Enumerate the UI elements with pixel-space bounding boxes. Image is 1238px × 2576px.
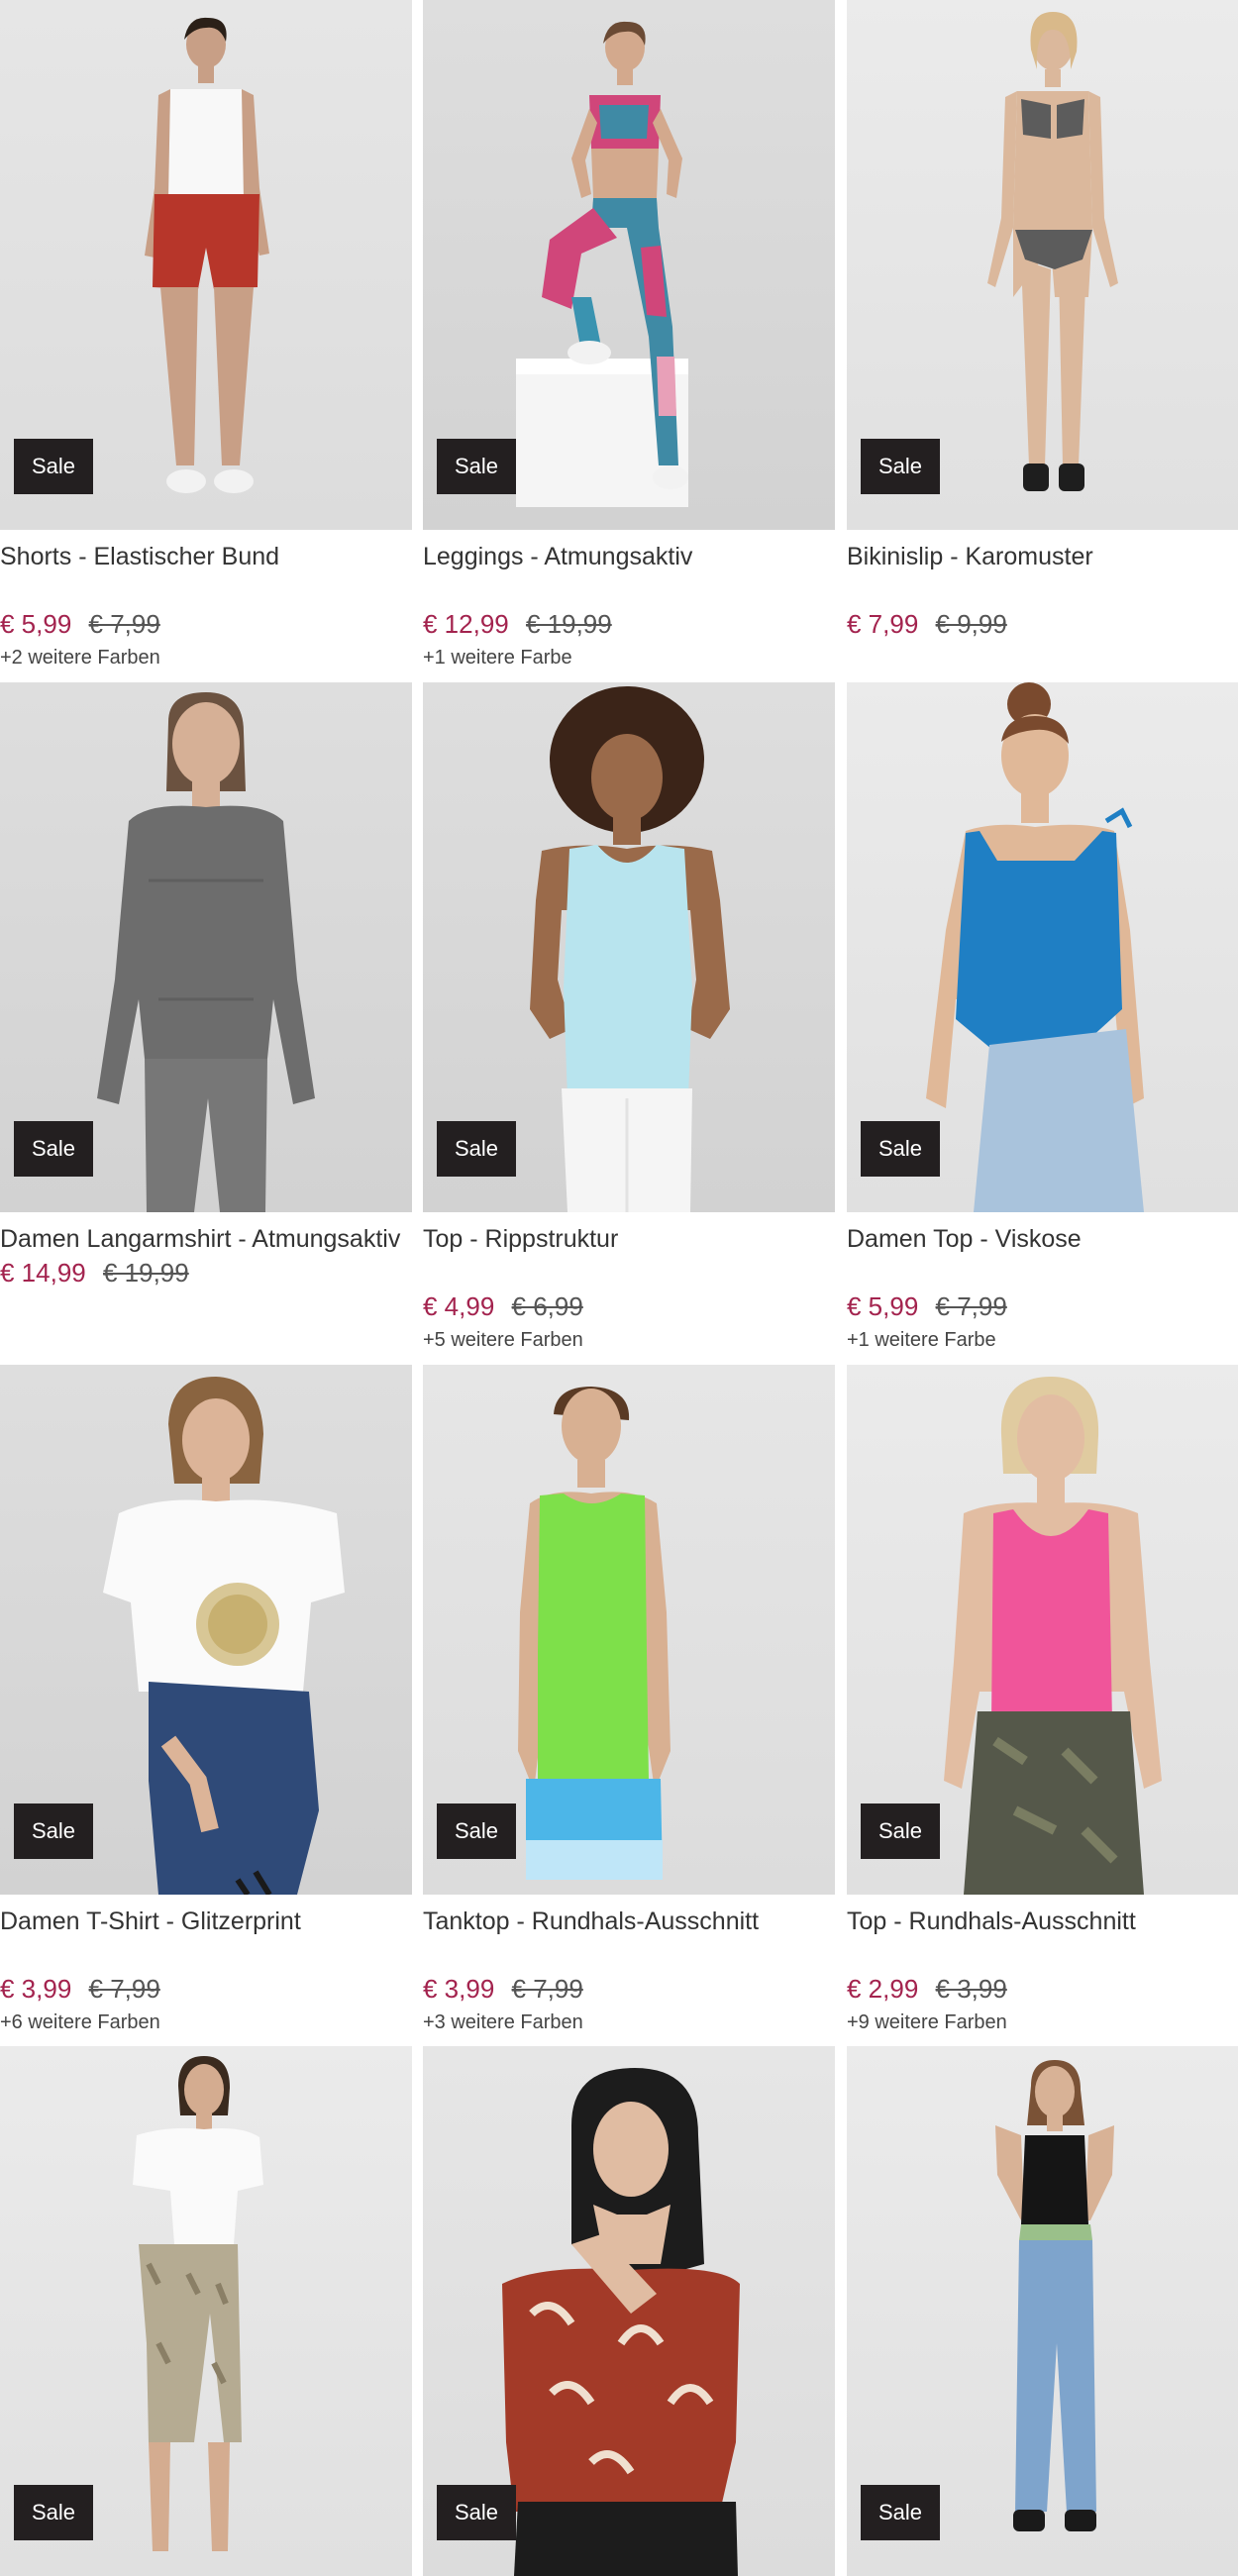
sale-badge[interactable]: Sale [14, 1121, 93, 1177]
price-row: € 5,99 € 7,99 [0, 607, 412, 641]
more-colors-link[interactable] [0, 1293, 412, 1319]
product-image[interactable]: Sale [847, 1365, 1238, 1895]
product-card[interactable]: Sale Top - Rundhals-Ausschnitt € 2,99 € … [847, 1365, 1238, 2035]
product-image[interactable]: Sale [423, 682, 835, 1212]
product-title[interactable]: Damen T-Shirt - Glitzerprint [0, 1905, 412, 1972]
product-card[interactable]: Sale Damen T-Shirt - Glitzerprint € 3,99… [0, 1365, 412, 2035]
product-grid: Sale Shorts - Elastischer Bund € 5,99 € … [0, 0, 1238, 2576]
product-card[interactable]: Sale Damen Top - Viskose € 5,99 € 7,99 +… [847, 682, 1238, 1353]
product-title[interactable]: Top - Rundhals-Ausschnitt [847, 1905, 1238, 1972]
price-row: € 12,99 € 19,99 [423, 607, 835, 641]
sale-badge[interactable]: Sale [437, 439, 516, 494]
product-card[interactable]: Sale Top - Rippstruktur € 4,99 € 6,99 +5… [423, 682, 835, 1353]
price-row: € 3,99 € 7,99 [0, 1972, 412, 2006]
sale-price: € 2,99 [847, 1974, 919, 2004]
sale-badge[interactable]: Sale [861, 1803, 940, 1859]
product-image[interactable]: Sale [847, 0, 1238, 530]
original-price: € 9,99 [935, 609, 1007, 639]
product-card[interactable]: Sale Shorts - Elastischer Bund € 5,99 € … [0, 0, 412, 670]
sale-badge[interactable]: Sale [861, 439, 940, 494]
original-price: € 7,99 [935, 1291, 1007, 1321]
original-price: € 7,99 [88, 1974, 160, 2004]
sale-badge[interactable]: Sale [861, 1121, 940, 1177]
product-image[interactable]: Sale [847, 682, 1238, 1212]
product-image[interactable]: Sale [0, 0, 412, 530]
more-colors-link[interactable]: +1 weitere Farbe [847, 1327, 1238, 1353]
original-price: € 7,99 [88, 609, 160, 639]
product-image[interactable]: Sale [423, 1365, 835, 1895]
price-row: € 2,99 € 3,99 [847, 1972, 1238, 2006]
product-card[interactable]: Sale Bikinislip - Karomuster € 7,99 € 9,… [847, 0, 1238, 670]
price-row: € 3,99 € 7,99 [423, 1972, 835, 2006]
product-title[interactable]: Leggings - Atmungsaktiv [423, 540, 835, 607]
product-card[interactable]: Sale Tanktop - Rundhals-Ausschnitt € 3,9… [423, 1365, 835, 2035]
original-price: € 19,99 [525, 609, 612, 639]
sale-price: € 3,99 [0, 1974, 72, 2004]
product-title[interactable]: Tanktop - Rundhals-Ausschnitt [423, 1905, 835, 1972]
sale-price: € 3,99 [423, 1974, 495, 2004]
original-price: € 6,99 [511, 1291, 583, 1321]
original-price: € 3,99 [935, 1974, 1007, 2004]
product-card[interactable]: Sale [847, 2046, 1238, 2576]
product-card[interactable]: Sale [0, 2046, 412, 2576]
sale-badge[interactable]: Sale [14, 1803, 93, 1859]
sale-price: € 5,99 [0, 609, 72, 639]
sale-badge[interactable]: Sale [437, 1803, 516, 1859]
product-card[interactable]: Sale Leggings - Atmungsaktiv € 12,99 € 1… [423, 0, 835, 670]
sale-badge[interactable]: Sale [14, 439, 93, 494]
product-image[interactable]: Sale [847, 2046, 1238, 2576]
product-image[interactable]: Sale [0, 2046, 412, 2576]
product-title[interactable]: Damen Top - Viskose [847, 1222, 1238, 1289]
sale-badge[interactable]: Sale [861, 2485, 940, 2540]
product-image[interactable]: Sale [0, 1365, 412, 1895]
price-row: € 5,99 € 7,99 [847, 1289, 1238, 1323]
product-title[interactable]: Top - Rippstruktur [423, 1222, 835, 1289]
sale-price: € 12,99 [423, 609, 509, 639]
original-price: € 19,99 [102, 1258, 189, 1288]
more-colors-link[interactable]: +5 weitere Farben [423, 1327, 835, 1353]
sale-price: € 5,99 [847, 1291, 919, 1321]
sale-price: € 4,99 [423, 1291, 495, 1321]
more-colors-link[interactable] [847, 645, 1238, 670]
product-image[interactable]: Sale [423, 0, 835, 530]
sale-badge[interactable]: Sale [437, 2485, 516, 2540]
product-card[interactable]: Sale [423, 2046, 835, 2576]
product-card[interactable]: Sale Damen Langarmshirt - Atmungsaktiv €… [0, 682, 412, 1319]
price-row: € 14,99 € 19,99 [0, 1256, 412, 1289]
sale-badge[interactable]: Sale [14, 2485, 93, 2540]
more-colors-link[interactable]: +1 weitere Farbe [423, 645, 835, 670]
sale-badge[interactable]: Sale [437, 1121, 516, 1177]
more-colors-link[interactable]: +9 weitere Farben [847, 2009, 1238, 2035]
original-price: € 7,99 [511, 1974, 583, 2004]
product-image[interactable]: Sale [0, 682, 412, 1212]
product-title[interactable]: Shorts - Elastischer Bund [0, 540, 412, 607]
sale-price: € 14,99 [0, 1258, 86, 1288]
product-image[interactable]: Sale [423, 2046, 835, 2576]
price-row: € 7,99 € 9,99 [847, 607, 1238, 641]
price-row: € 4,99 € 6,99 [423, 1289, 835, 1323]
more-colors-link[interactable]: +2 weitere Farben [0, 645, 412, 670]
more-colors-link[interactable]: +3 weitere Farben [423, 2009, 835, 2035]
more-colors-link[interactable]: +6 weitere Farben [0, 2009, 412, 2035]
sale-price: € 7,99 [847, 609, 919, 639]
product-title[interactable]: Bikinislip - Karomuster [847, 540, 1238, 607]
